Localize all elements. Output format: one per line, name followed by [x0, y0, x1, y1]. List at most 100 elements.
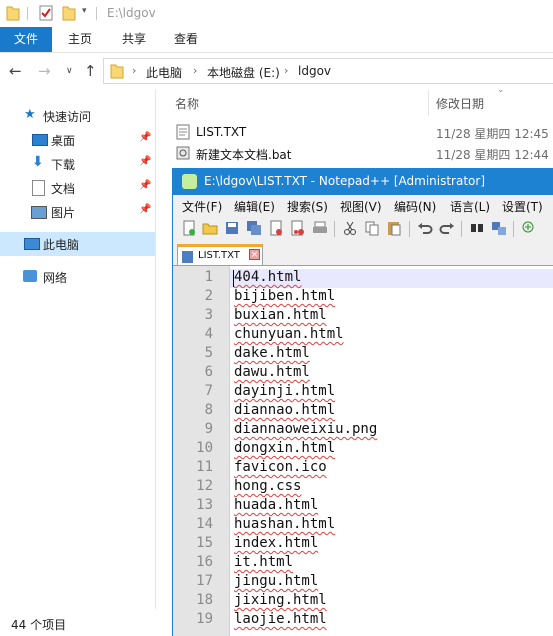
close-all-icon[interactable] [290, 220, 306, 236]
breadcrumb-chevron-icon[interactable]: › [284, 64, 288, 77]
menu-encoding[interactable]: 编码(N) [394, 198, 436, 215]
menu-language[interactable]: 语言(L) [450, 198, 490, 215]
item-count: 44 个项目 [11, 618, 67, 632]
breadcrumb-ldgov[interactable]: ldgov [298, 64, 331, 78]
text-file-icon [176, 124, 190, 140]
editor-line: it.html [234, 554, 294, 570]
breadcrumb-drive-e[interactable]: 本地磁盘 (E:) [207, 64, 280, 81]
breadcrumb-chevron-icon[interactable]: › [193, 64, 197, 77]
close-tab-icon[interactable]: × [249, 249, 260, 260]
cut-icon[interactable] [342, 220, 358, 236]
print-icon[interactable] [312, 220, 328, 236]
batch-file-icon [176, 146, 190, 160]
new-file-icon[interactable] [181, 220, 197, 236]
pin-icon[interactable]: 📌 [139, 204, 151, 215]
editor-line: jixing.html [234, 592, 327, 608]
line-number: 5 [204, 345, 213, 361]
save-icon[interactable] [224, 220, 240, 236]
pane-divider[interactable] [155, 89, 156, 609]
new-folder-icon[interactable] [62, 5, 76, 21]
save-all-icon[interactable] [246, 220, 262, 236]
editor-line: dongxin.html [234, 440, 336, 456]
file-modified: 11/28 星期四 12:45 [436, 127, 549, 141]
document-icon [32, 180, 45, 196]
line-number: 6 [204, 364, 213, 380]
column-divider[interactable] [428, 90, 429, 116]
line-number: 11 [196, 459, 213, 475]
editor-line: favicon.ico [234, 459, 327, 475]
menu-file[interactable]: 文件(F) [182, 198, 222, 215]
file-row[interactable]: LIST.TXT 11/28 星期四 12:45 [172, 122, 553, 143]
nav-documents[interactable]: 文档 📌 [0, 176, 155, 200]
editor-line: diannao.html [234, 402, 336, 418]
open-file-icon[interactable] [202, 220, 218, 236]
notepad-app-icon[interactable] [182, 174, 197, 189]
line-number: 12 [196, 478, 213, 494]
notepad-title-bar[interactable]: E:\ldgov\LIST.TXT - Notepad++ [Administr… [173, 168, 553, 195]
line-number-gutter: 1 2 3 4 5 6 7 8 9 10 11 12 13 14 15 16 17 18 19 [173, 266, 230, 636]
nav-this-pc[interactable]: 此电脑 [0, 232, 155, 256]
editor-line: buxian.html [234, 307, 327, 323]
tab-list-txt[interactable]: LIST.TXT × [177, 244, 263, 265]
nav-network-label: 网络 [43, 271, 68, 285]
nav-quick-access[interactable]: ★ 快速访问 [0, 104, 155, 128]
file-row[interactable]: 新建文本文档.bat 11/28 星期四 12:44 [172, 143, 553, 164]
editor-line: index.html [234, 535, 319, 551]
tab-share[interactable]: 共享 [110, 27, 158, 52]
undo-icon[interactable] [417, 220, 433, 236]
pin-icon[interactable]: 📌 [139, 180, 151, 191]
pin-icon[interactable]: 📌 [139, 132, 151, 143]
text-editor[interactable]: 1 2 3 4 5 6 7 8 9 10 11 12 13 14 15 16 17 18 19 404.html bi… [173, 266, 553, 636]
back-arrow-icon[interactable]: ← [9, 62, 22, 80]
menu-search[interactable]: 搜索(S) [287, 198, 328, 215]
nav-desktop-label: 桌面 [51, 134, 76, 148]
tab-view[interactable]: 查看 [162, 27, 210, 52]
navigation-pane: ★ 快速访问 桌面 📌 ⬇ 下载 📌 文档 📌 图片 📌 此电脑 网络 [0, 89, 155, 609]
nav-network[interactable]: 网络 [0, 265, 155, 289]
redo-icon[interactable] [439, 220, 455, 236]
column-header-name[interactable]: 名称 [175, 95, 199, 112]
menu-settings[interactable]: 设置(T) [502, 198, 543, 215]
tab-home[interactable]: 主页 [56, 27, 104, 52]
nav-documents-label: 文档 [51, 182, 76, 196]
notepad-menu-bar: 文件(F) 编辑(E) 搜索(S) 视图(V) 编码(N) 语言(L) 设置(T… [173, 195, 553, 216]
paste-icon[interactable] [386, 220, 402, 236]
recent-locations-chevron-icon[interactable]: ∨ [66, 66, 73, 76]
ribbon-tabs: 文件 主页 共享 查看 [0, 27, 553, 53]
zoom-in-icon[interactable] [521, 220, 537, 236]
nav-pictures[interactable]: 图片 📌 [0, 200, 155, 224]
breadcrumb-chevron-icon[interactable]: › [132, 64, 136, 77]
chevron-down-icon[interactable]: ▾ [82, 6, 87, 16]
editor-line: hong.css [234, 478, 302, 494]
line-number: 16 [196, 554, 213, 570]
find-icon[interactable] [469, 220, 485, 236]
computer-icon [24, 238, 40, 250]
title-separator [27, 7, 28, 20]
folder-icon [110, 64, 124, 79]
title-separator [96, 7, 97, 20]
up-arrow-icon[interactable]: ↑ [84, 62, 97, 80]
notepad-window-title: E:\ldgov\LIST.TXT - Notepad++ [Administr… [204, 174, 485, 188]
nav-desktop[interactable]: 桌面 📌 [0, 128, 155, 152]
pin-icon[interactable]: 📌 [139, 156, 151, 167]
editor-line: dayinji.html [234, 383, 336, 399]
editor-line: laojie.html [234, 611, 327, 627]
forward-arrow-icon[interactable]: → [38, 62, 51, 80]
menu-view[interactable]: 视图(V) [340, 198, 382, 215]
tab-file[interactable]: 文件 [0, 27, 52, 52]
editor-line: bijiben.html [234, 288, 336, 304]
editor-line: chunyuan.html [234, 326, 344, 342]
close-file-icon[interactable] [268, 220, 284, 236]
replace-icon[interactable] [491, 220, 507, 236]
breadcrumb-this-pc[interactable]: 此电脑 [146, 64, 182, 81]
line-number: 4 [204, 326, 213, 342]
text-caret [233, 270, 234, 287]
editor-line: jingu.html [234, 573, 319, 589]
properties-icon[interactable] [39, 5, 53, 21]
copy-icon[interactable] [364, 220, 380, 236]
menu-edit[interactable]: 编辑(E) [234, 198, 275, 215]
address-bar[interactable]: › 此电脑 › 本地磁盘 (E:) › ldgov [103, 58, 553, 84]
nav-downloads[interactable]: ⬇ 下载 📌 [0, 152, 155, 176]
column-header-modified[interactable]: 修改日期 [436, 95, 484, 112]
folder-icon[interactable] [6, 5, 20, 21]
